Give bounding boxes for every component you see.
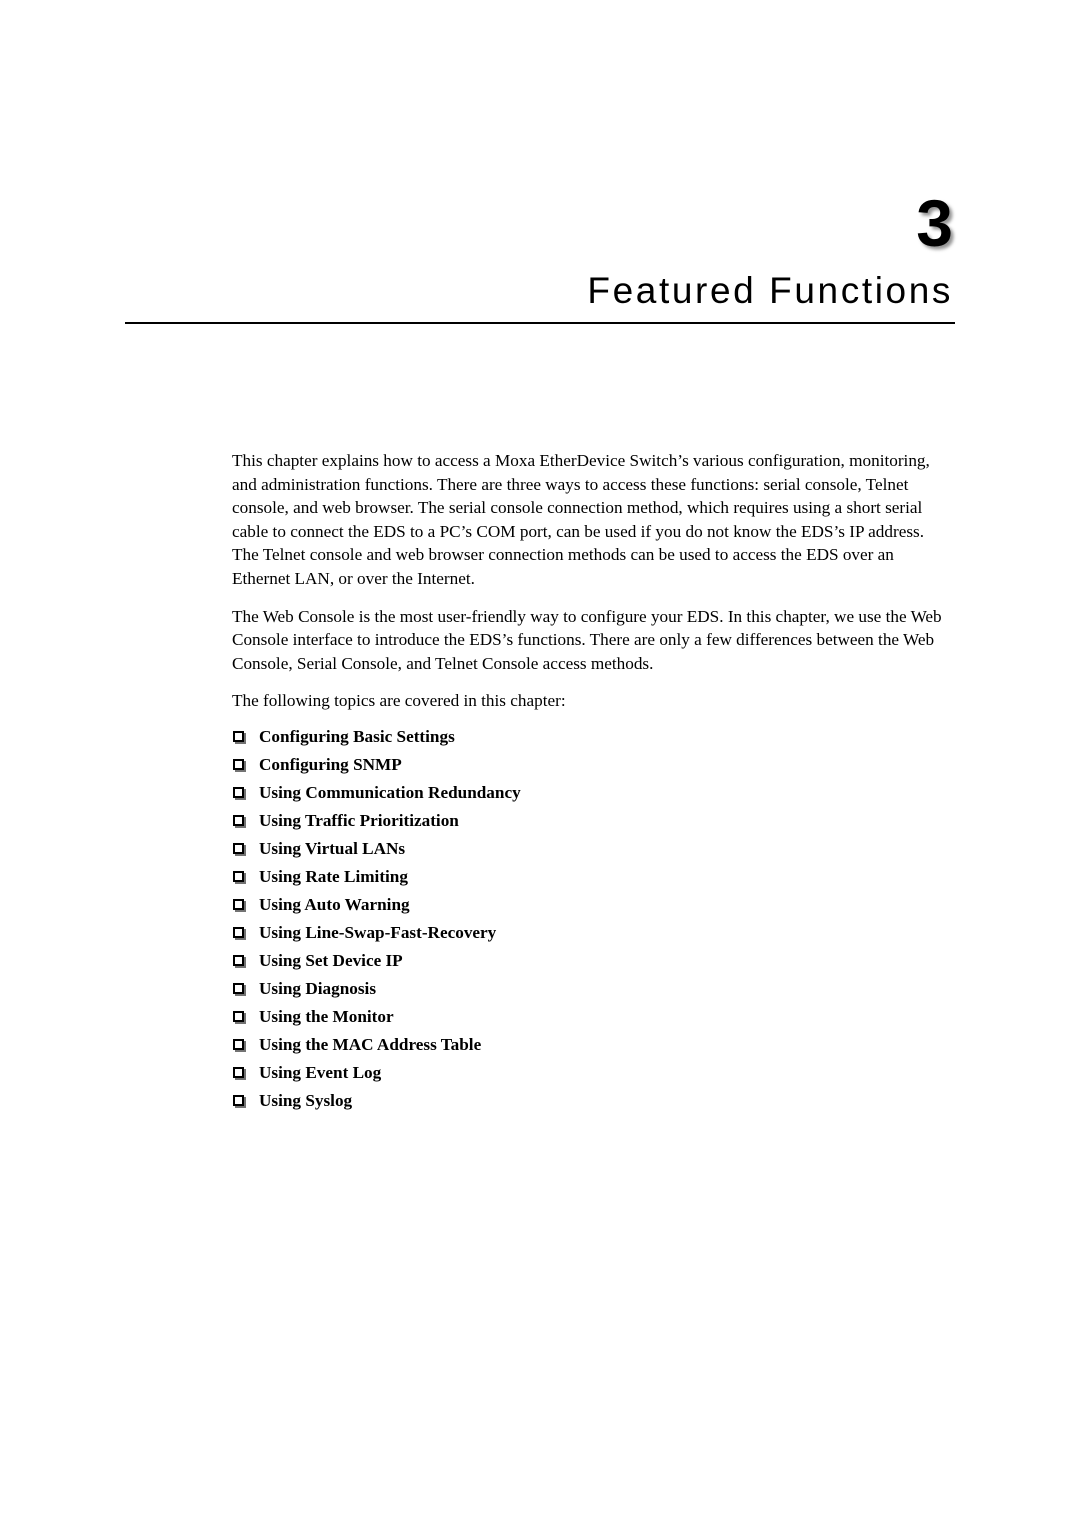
topic-label: Configuring Basic Settings bbox=[259, 726, 455, 746]
topic-label: Configuring SNMP bbox=[259, 754, 402, 774]
square-bullet-icon bbox=[233, 982, 244, 994]
list-item[interactable]: Using Line-Swap-Fast-Recovery bbox=[232, 919, 951, 947]
topic-label: Using the MAC Address Table bbox=[259, 1034, 482, 1054]
square-bullet-icon bbox=[233, 926, 244, 938]
chapter-body: This chapter explains how to access a Mo… bbox=[232, 449, 951, 1115]
topic-label: Using Communication Redundancy bbox=[259, 782, 521, 802]
topic-label: Using the Monitor bbox=[259, 1006, 394, 1026]
square-bullet-icon bbox=[233, 786, 244, 798]
topics-list: Configuring Basic Settings Configuring S… bbox=[232, 723, 951, 1115]
list-item[interactable]: Using the MAC Address Table bbox=[232, 1031, 951, 1059]
square-bullet-icon bbox=[233, 842, 244, 854]
list-item[interactable]: Using the Monitor bbox=[232, 1003, 951, 1031]
chapter-number: 3 bbox=[916, 186, 953, 260]
square-bullet-icon bbox=[233, 1010, 244, 1022]
list-item[interactable]: Using Diagnosis bbox=[232, 975, 951, 1003]
document-page: 3 Featured Functions This chapter explai… bbox=[0, 0, 1080, 1527]
intro-paragraph-1: This chapter explains how to access a Mo… bbox=[232, 451, 930, 588]
square-bullet-icon bbox=[233, 730, 244, 742]
list-item[interactable]: Using Auto Warning bbox=[232, 891, 951, 919]
topics-intro-line: The following topics are covered in this… bbox=[232, 691, 566, 711]
list-item[interactable]: Using Rate Limiting bbox=[232, 863, 951, 891]
topic-label: Using Diagnosis bbox=[259, 978, 377, 998]
list-item[interactable]: Using Virtual LANs bbox=[232, 835, 951, 863]
square-bullet-icon bbox=[233, 814, 244, 826]
list-item[interactable]: Using Traffic Prioritization bbox=[232, 807, 951, 835]
list-item[interactable]: Using Syslog bbox=[232, 1087, 951, 1115]
topic-label: Using Rate Limiting bbox=[259, 866, 408, 886]
page-title: Featured Functions bbox=[587, 270, 953, 311]
list-item[interactable]: Using Communication Redundancy bbox=[232, 779, 951, 807]
title-divider bbox=[125, 321, 955, 324]
square-bullet-icon bbox=[233, 1094, 244, 1106]
square-bullet-icon bbox=[233, 870, 244, 882]
topic-label: Using Syslog bbox=[259, 1090, 353, 1110]
topic-label: Using Line-Swap-Fast-Recovery bbox=[259, 922, 497, 942]
chapter-header: 3 Featured Functions bbox=[125, 190, 955, 324]
list-item[interactable]: Using Event Log bbox=[232, 1059, 951, 1087]
square-bullet-icon bbox=[233, 1038, 244, 1050]
topic-label: Using Set Device IP bbox=[259, 950, 403, 970]
list-item[interactable]: Configuring SNMP bbox=[232, 751, 951, 779]
square-bullet-icon bbox=[233, 758, 244, 770]
square-bullet-icon bbox=[233, 1066, 244, 1078]
intro-paragraph-2: The Web Console is the most user-friendl… bbox=[232, 606, 942, 673]
topic-label: Using Event Log bbox=[259, 1062, 382, 1082]
topic-label: Using Traffic Prioritization bbox=[259, 810, 459, 830]
list-item[interactable]: Using Set Device IP bbox=[232, 947, 951, 975]
square-bullet-icon bbox=[233, 954, 244, 966]
square-bullet-icon bbox=[233, 898, 244, 910]
topic-label: Using Auto Warning bbox=[259, 894, 410, 914]
list-item[interactable]: Configuring Basic Settings bbox=[232, 723, 951, 751]
topic-label: Using Virtual LANs bbox=[259, 838, 406, 858]
